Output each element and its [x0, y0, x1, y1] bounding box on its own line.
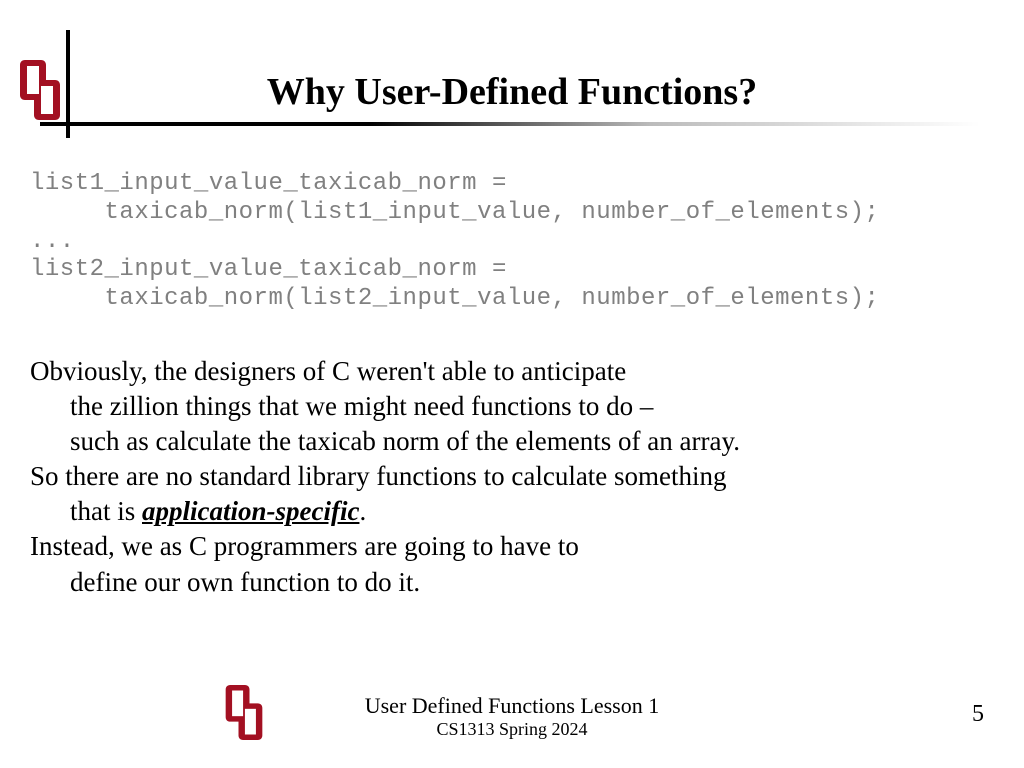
text-span: that is: [70, 496, 142, 526]
text-span: .: [359, 496, 366, 526]
code-line: taxicab_norm(list2_input_value, number_o…: [30, 285, 879, 312]
paragraph-line: Obviously, the designers of C weren't ab…: [30, 354, 990, 389]
paragraph-line: that is application-specific.: [30, 494, 990, 529]
paragraph-line: the zillion things that we might need fu…: [30, 389, 990, 424]
paragraph-line: define our own function to do it.: [30, 565, 990, 600]
paragraph-line: So there are no standard library functio…: [30, 459, 990, 494]
slide-header: Why User-Defined Functions?: [0, 0, 1024, 140]
page-number: 5: [972, 701, 984, 728]
body-text: Obviously, the designers of C weren't ab…: [30, 354, 990, 600]
code-line: list2_input_value_taxicab_norm =: [30, 256, 507, 283]
slide-title: Why User-Defined Functions?: [0, 70, 1024, 114]
emphasized-term: application-specific: [142, 496, 359, 526]
footer-subtitle: CS1313 Spring 2024: [0, 719, 1024, 740]
slide-content: list1_input_value_taxicab_norm = taxicab…: [30, 170, 990, 600]
slide-footer: User Defined Functions Lesson 1 CS1313 S…: [0, 693, 1024, 740]
paragraph-line: such as calculate the taxicab norm of th…: [30, 424, 990, 459]
footer-title: User Defined Functions Lesson 1: [0, 693, 1024, 719]
header-horizontal-rule: [40, 122, 980, 126]
code-block: list1_input_value_taxicab_norm = taxicab…: [30, 170, 990, 314]
paragraph-line: Instead, we as C programmers are going t…: [30, 529, 990, 564]
code-line: taxicab_norm(list1_input_value, number_o…: [30, 199, 879, 226]
code-line: list1_input_value_taxicab_norm =: [30, 170, 507, 197]
code-line: ...: [30, 228, 75, 255]
